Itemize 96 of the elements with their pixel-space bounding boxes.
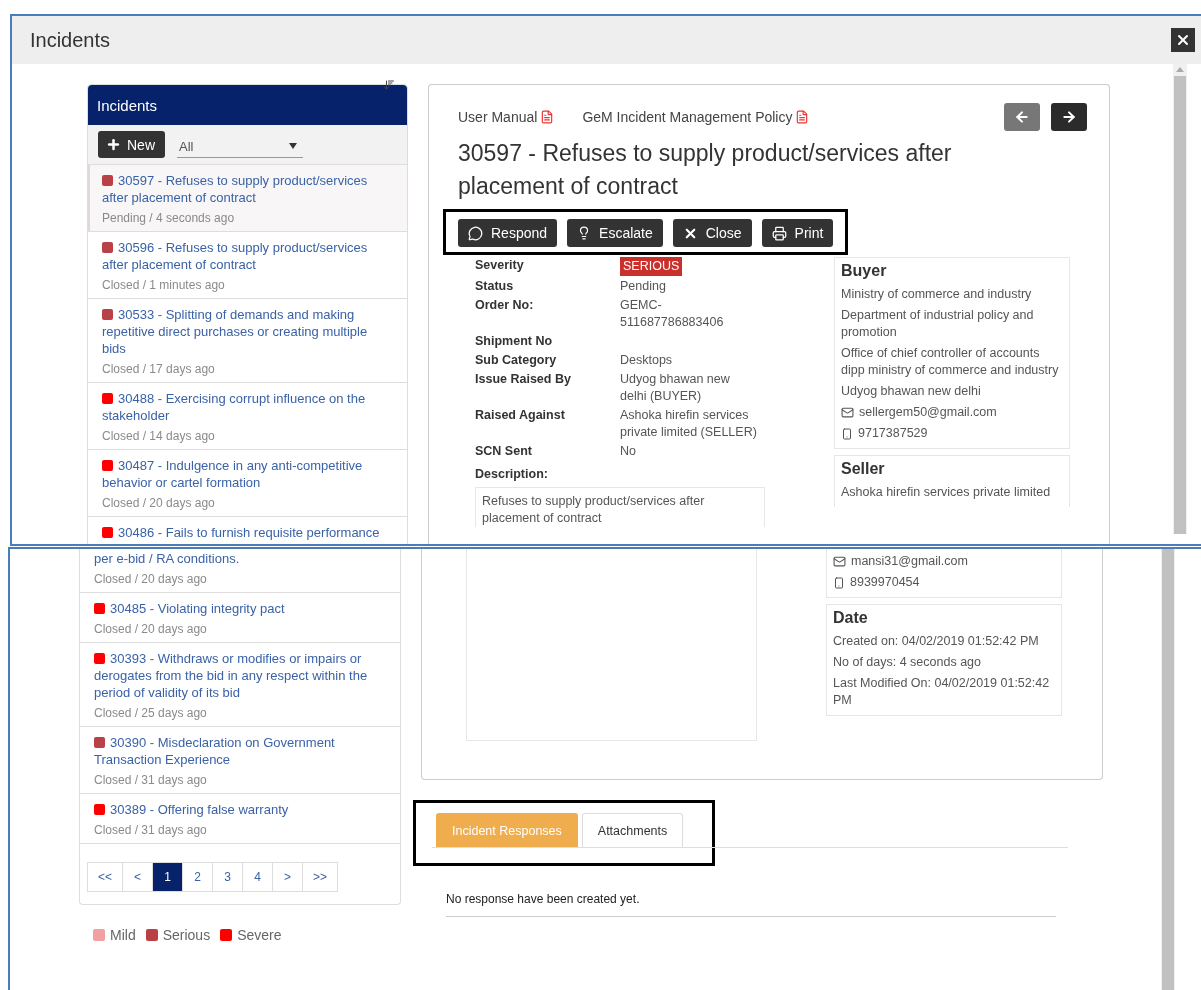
incident-title: 30597 - Refuses to supply product/services after placement of contract: [458, 139, 953, 201]
field-value: GEMC-511687786883406: [620, 297, 725, 331]
incident-link[interactable]: 30389 - Offering false warranty: [94, 801, 386, 818]
phone-text: 9717387529: [858, 425, 928, 442]
incident-link[interactable]: 30393 - Withdraws or modifies or impairs or derogates from the bid in any respect within the period of validity of its bid: [94, 650, 386, 701]
respond-button[interactable]: Respond: [458, 219, 558, 247]
incident-link[interactable]: 30533 - Splitting of demands and making repetitive direct purchases or creating multiple bids: [102, 306, 393, 357]
field-label: Order No:: [475, 297, 535, 314]
field-label: SCN Sent: [475, 443, 533, 460]
incident-item[interactable]: 30597 - Refuses to supply product/services after placement of contract Pending / 4 seconds ago: [88, 165, 407, 232]
empty-message: No response have been created yet.: [446, 892, 1056, 917]
date-line: Created on: 04/02/2019 01:52:42 PM: [833, 633, 1040, 650]
caret-icon: [289, 143, 297, 149]
field-label: Shipment No: [475, 333, 554, 350]
pdf-icon: [540, 110, 555, 124]
close-icon: [1175, 32, 1191, 48]
field-label: Issue Raised By: [475, 371, 572, 388]
window-title: Incidents: [30, 28, 111, 52]
incident-status: Closed / 20 days ago: [102, 496, 216, 510]
next-button[interactable]: [1051, 103, 1087, 131]
field-value: Ashoka hirefin services private limited (SELLER): [620, 407, 758, 441]
legend-item: Severe: [220, 927, 282, 943]
envelope-icon: [841, 406, 854, 419]
close-button[interactable]: Close: [672, 219, 752, 247]
printer-icon: [771, 225, 787, 241]
field-label: Description:: [475, 466, 549, 483]
phone-icon: [833, 576, 845, 589]
scrollbar[interactable]: [1161, 549, 1175, 990]
field-value: Udyog bhawan new delhi (BUYER): [620, 371, 731, 405]
arrow-right-icon: [1061, 109, 1077, 125]
close-button[interactable]: [1171, 28, 1195, 52]
escalate-button[interactable]: Escalate: [567, 219, 663, 247]
incident-status: Closed / 14 days ago: [102, 429, 216, 443]
page-button[interactable]: 1: [152, 862, 183, 892]
filter-dropdown[interactable]: All: [177, 131, 303, 158]
incident-link[interactable]: 30487 - Indulgence in any anti-competitive behavior or cartel formation: [102, 457, 393, 491]
date-line: Last Modified On: 04/02/2019 01:52:42 PM: [833, 675, 1051, 709]
buyer-line: Ministry of commerce and industry: [841, 286, 1033, 303]
phone-text: 8939970454: [850, 574, 920, 591]
incident-status: Closed / 1 minutes ago: [102, 278, 226, 292]
buyer-line: Department of industrial policy and promotion: [841, 307, 1035, 341]
incident-status: Closed / 31 days ago: [94, 773, 208, 787]
incident-link[interactable]: per e-bid / RA conditions.: [94, 550, 386, 567]
document-link[interactable]: GeM Incident Management Policy: [582, 109, 810, 125]
plus-icon: [106, 137, 121, 152]
envelope-icon: [833, 555, 846, 568]
email-text: mansi31@gmail.com: [851, 553, 968, 570]
legend-item: Mild: [93, 927, 136, 943]
seller-name: Ashoka hirefin services private limited: [841, 484, 1052, 501]
buyer-line: Office of chief controller of accounts dipp ministry of commerce and industry: [841, 345, 1060, 379]
severity-badge: SERIOUS: [620, 257, 683, 276]
incident-link[interactable]: 30485 - Violating integrity pact: [94, 600, 386, 617]
section-heading: Date: [833, 609, 869, 627]
sort-icon[interactable]: [383, 79, 395, 91]
incident-status: Pending / 4 seconds ago: [102, 211, 236, 225]
incident-link[interactable]: 30597 - Refuses to supply product/services after placement of contract: [102, 172, 393, 206]
new-button[interactable]: New: [98, 131, 165, 158]
incident-status: Closed / 31 days ago: [94, 823, 208, 837]
incident-link[interactable]: 30596 - Refuses to supply product/services after placement of contract: [102, 239, 393, 273]
page-button[interactable]: 4: [242, 862, 273, 892]
incident-link[interactable]: 30488 - Exercising corrupt influence on the stakeholder: [102, 390, 393, 424]
tab[interactable]: Attachments: [581, 813, 684, 847]
pdf-icon: [795, 110, 810, 124]
field-value: Pending: [620, 278, 667, 295]
incident-status: Closed / 25 days ago: [94, 706, 208, 720]
field-label: Status: [475, 278, 515, 295]
page-button[interactable]: <: [122, 862, 153, 892]
incident-status: Closed / 17 days ago: [102, 362, 216, 376]
incident-link[interactable]: 30390 - Misdeclaration on Government Transaction Experience: [94, 734, 386, 768]
print-button[interactable]: Print: [761, 219, 834, 247]
date-line: No of days: 4 seconds ago: [833, 654, 982, 671]
email-text: sellergem50@gmail.com: [859, 404, 997, 421]
incident-status: Closed / 20 days ago: [94, 572, 208, 586]
field-value: No: [620, 443, 637, 460]
speech-bubble-icon: [468, 225, 483, 241]
field-value: Desktops: [620, 352, 674, 369]
section-heading: Buyer: [841, 262, 888, 280]
page-button[interactable]: <<: [87, 862, 123, 892]
page-button[interactable]: 2: [182, 862, 213, 892]
incident-link[interactable]: 30486 - Fails to furnish requisite performance: [102, 524, 393, 541]
buyer-line: Udyog bhawan new delhi: [841, 383, 982, 400]
scrollbar[interactable]: [1173, 64, 1187, 534]
phone-icon: [841, 427, 853, 440]
field-label: Sub Category: [475, 352, 558, 369]
page-button[interactable]: >: [272, 862, 303, 892]
field-label: Severity: [475, 257, 525, 274]
incident-status: Closed / 20 days ago: [94, 622, 208, 636]
document-link[interactable]: User Manual: [458, 109, 555, 125]
page-button[interactable]: 3: [212, 862, 243, 892]
section-heading: Seller: [841, 460, 886, 478]
field-label: Raised Against: [475, 407, 566, 424]
legend-item: Serious: [145, 927, 211, 943]
panel-title: Incidents: [88, 85, 407, 125]
description-box: Refuses to supply product/services after placement of contract: [475, 487, 765, 527]
page-button[interactable]: >>: [302, 862, 339, 892]
arrow-left-icon: [1014, 109, 1030, 125]
